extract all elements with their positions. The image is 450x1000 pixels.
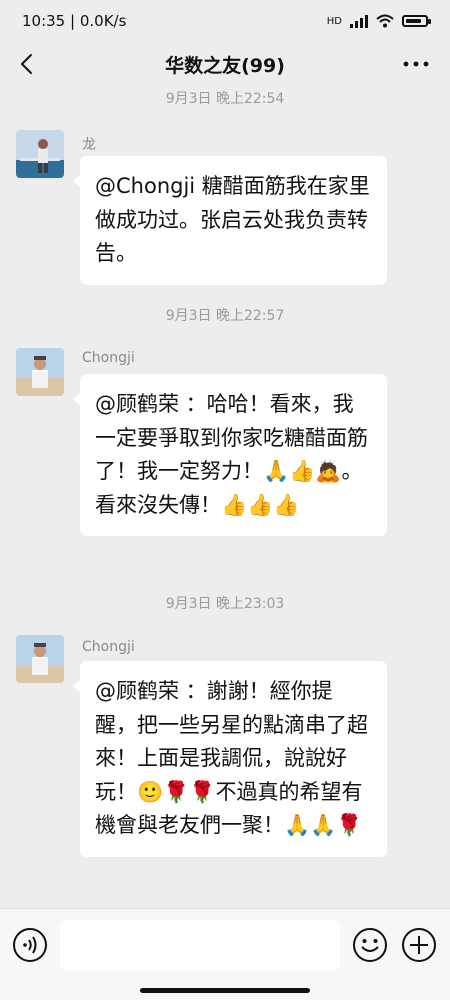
message-bubble[interactable]: @顾鹤荣 ：謝謝！經你提醒，把一些另星的點滴串了超來！上面是我調侃，說說好玩！🙂… <box>73 661 387 857</box>
status-left: 10:35 | 0.0K/s <box>22 12 126 30</box>
hd-label: HD <box>326 15 342 27</box>
status-separator: | <box>70 12 80 30</box>
message-timestamp: 9月3日 晚上23:03 <box>165 596 285 612</box>
sender-name: Chongji <box>82 350 135 366</box>
chat-title: 华数之友(99) <box>165 54 285 77</box>
message-list[interactable]: 9月3日 晚上22:54 龙 @Chongji 糖醋面筋我在家里做成功过。张启云… <box>0 86 450 908</box>
sender-name: Chongji <box>82 639 135 655</box>
status-right: HD <box>326 14 431 28</box>
sender-name: 龙 <box>82 137 96 153</box>
network-speed: 0.0K/s <box>79 12 127 30</box>
signal-icon <box>350 14 368 28</box>
more-dots-icon[interactable] <box>402 54 430 74</box>
voice-icon[interactable] <box>12 927 48 963</box>
chat-header: 华数之友(99) <box>0 42 450 86</box>
avatar[interactable] <box>16 635 64 683</box>
chevron-left-icon[interactable] <box>14 50 42 78</box>
message-bubble[interactable]: @Chongji 糖醋面筋我在家里做成功过。张启云处我负责转告。 <box>73 156 387 285</box>
message-timestamp: 9月3日 晚上22:57 <box>165 308 285 324</box>
status-bar: 10:35 | 0.0K/s HD <box>0 0 450 42</box>
emoji-smile-icon[interactable] <box>352 927 388 963</box>
status-time: 10:35 <box>22 12 66 30</box>
battery-icon <box>402 15 431 27</box>
plus-circle-icon[interactable] <box>401 927 437 963</box>
wifi-icon <box>376 14 394 28</box>
home-indicator[interactable] <box>140 988 310 993</box>
avatar[interactable] <box>16 348 64 396</box>
avatar[interactable] <box>16 130 64 178</box>
message-input[interactable] <box>60 920 340 970</box>
message-bubble[interactable]: @顾鹤荣 ：哈哈！看來，我一定要爭取到你家吃糖醋面筋了！我一定努力！🙏👍🙇。 看… <box>73 374 387 536</box>
message-timestamp: 9月3日 晚上22:54 <box>165 91 285 107</box>
